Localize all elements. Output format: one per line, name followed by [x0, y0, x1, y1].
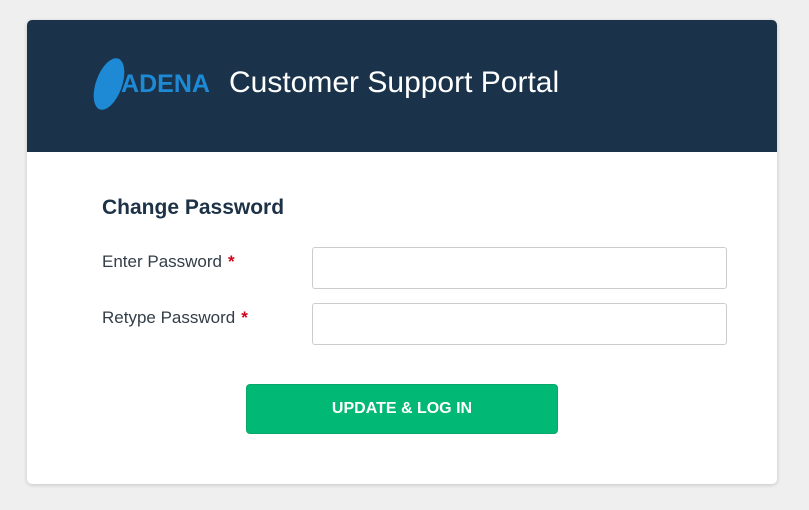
retype-password-label-text: Retype Password: [102, 308, 236, 327]
required-marker: *: [228, 252, 235, 271]
portal-header: CADENA Customer Support Portal: [27, 20, 777, 152]
update-and-login-button[interactable]: UPDATE & LOG IN: [246, 384, 558, 434]
change-password-card: CADENA Customer Support Portal Change Pa…: [27, 20, 777, 484]
form-title: Change Password: [102, 196, 285, 219]
enter-password-label: Enter Password *: [102, 252, 235, 272]
cadena-logo-icon: CADENA: [89, 56, 214, 112]
enter-password-field[interactable]: [312, 247, 727, 289]
page-title: Customer Support Portal: [229, 66, 560, 99]
required-marker: *: [241, 308, 248, 327]
logo-wordmark: CADENA: [103, 70, 210, 98]
retype-password-field[interactable]: [312, 303, 727, 345]
enter-password-label-text: Enter Password: [102, 252, 222, 271]
retype-password-label: Retype Password *: [102, 308, 248, 328]
